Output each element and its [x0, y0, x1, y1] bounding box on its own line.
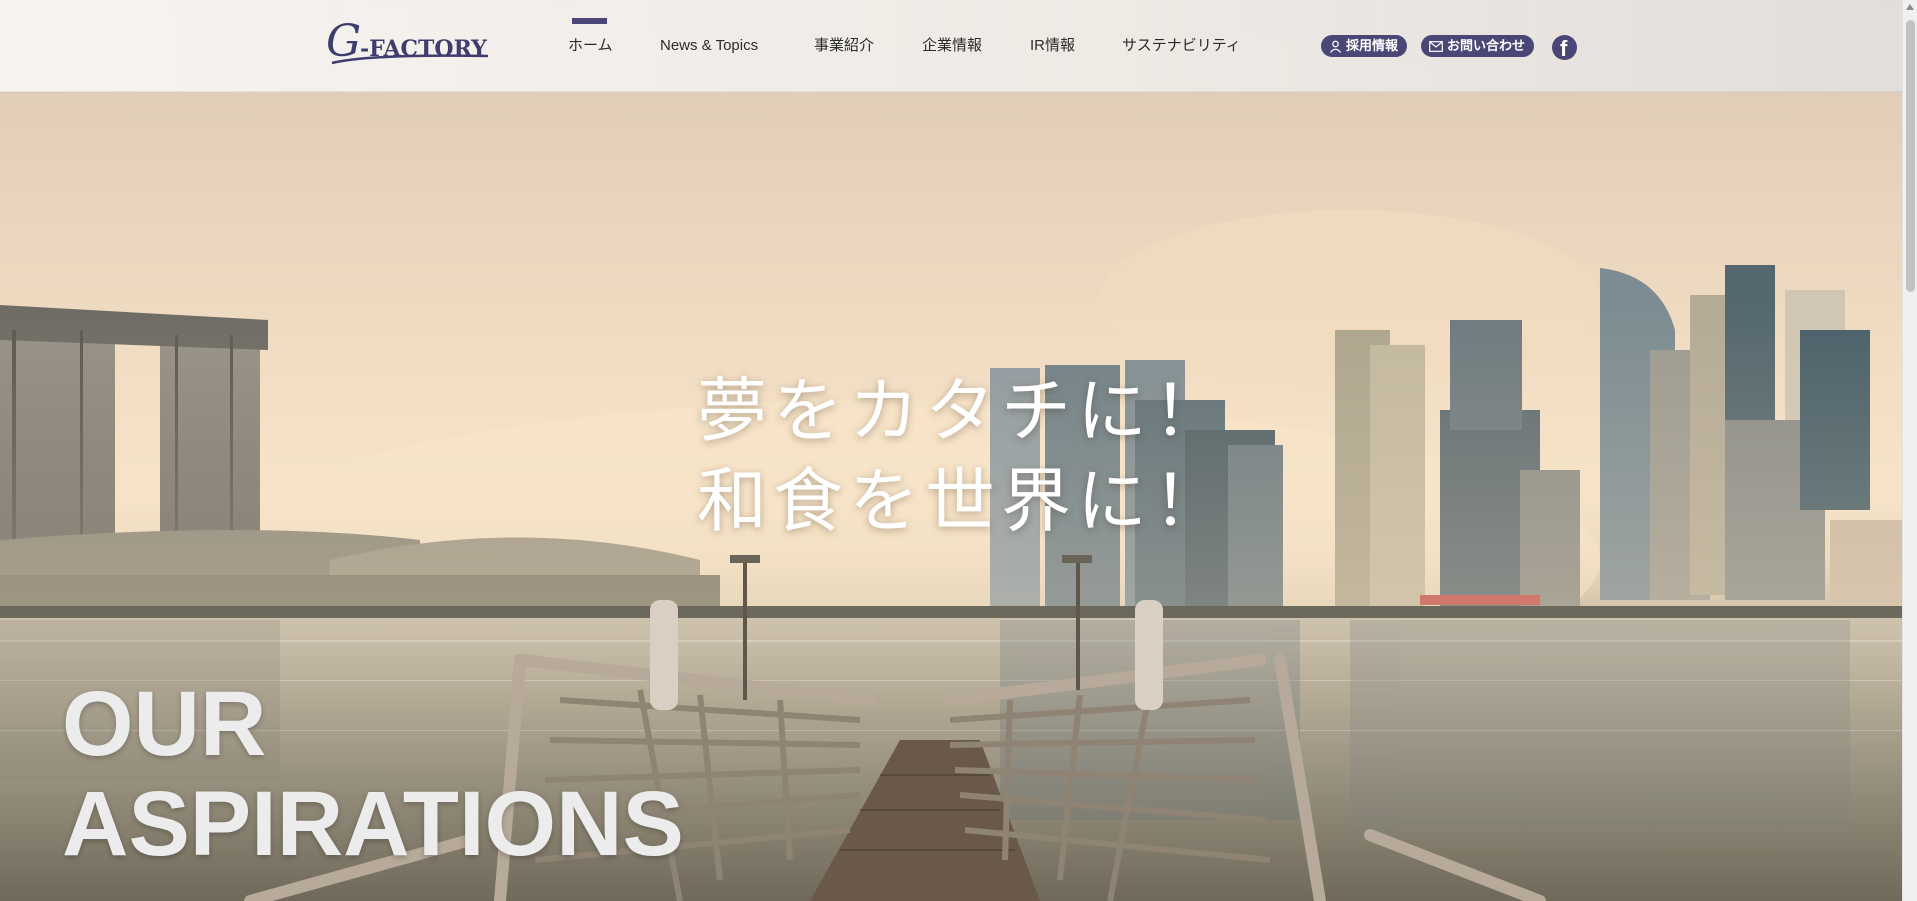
recruit-button[interactable]: 採用情報	[1321, 35, 1408, 57]
aspirations-heading-line-2: ASPIRATIONS	[62, 773, 684, 875]
page: G -FACTORY ホーム News & Topics 事業紹介 企業情報 I…	[0, 0, 1917, 901]
scroll-up-arrow-icon[interactable]	[1906, 4, 1914, 10]
nav-active-indicator	[572, 18, 607, 24]
page-scrollbar[interactable]	[1902, 0, 1917, 901]
facebook-icon[interactable]: f	[1552, 35, 1577, 61]
facebook-glyph: f	[1560, 36, 1568, 61]
contact-button[interactable]: お問い合わせ	[1421, 35, 1535, 57]
nav-home[interactable]: ホーム	[568, 36, 613, 56]
hero-catch-line-1: 夢をカタチに！	[697, 370, 1229, 452]
nav-business[interactable]: 事業紹介	[814, 36, 874, 56]
nav-sustainability[interactable]: サステナビリティ	[1122, 36, 1241, 56]
aspirations-heading-line-1: OUR	[62, 673, 267, 775]
logo-swoosh-icon	[331, 54, 489, 65]
person-icon	[1329, 40, 1342, 53]
nav-ir[interactable]: IR情報	[1030, 36, 1075, 56]
site-logo[interactable]: G -FACTORY	[326, 18, 491, 74]
hero-catch-line-2: 和食を世界に！	[697, 460, 1229, 542]
nav-news-topics[interactable]: News & Topics	[660, 36, 758, 56]
nav-company[interactable]: 企業情報	[922, 36, 982, 56]
recruit-label: 採用情報	[1346, 38, 1399, 53]
contact-label: お問い合わせ	[1447, 38, 1526, 53]
scrollbar-thumb[interactable]	[1906, 20, 1915, 292]
site-header: G -FACTORY ホーム News & Topics 事業紹介 企業情報 I…	[0, 0, 1902, 92]
mail-icon	[1429, 40, 1443, 52]
